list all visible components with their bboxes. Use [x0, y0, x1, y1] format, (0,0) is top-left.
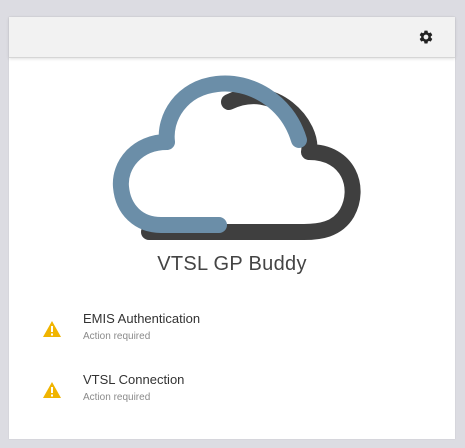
cloud-logo-icon [112, 75, 361, 240]
toolbar [9, 17, 455, 58]
status-item-title: VTSL Connection [83, 372, 185, 387]
status-item-title: EMIS Authentication [83, 311, 201, 326]
status-item-subtitle: Action required [83, 331, 151, 342]
status-item-vtsl[interactable]: VTSL Connection Action required [9, 368, 455, 414]
status-item-emis[interactable]: EMIS Authentication Action required [9, 307, 455, 353]
gear-icon[interactable] [418, 29, 434, 45]
warning-icon [43, 321, 61, 337]
warning-icon [43, 382, 61, 398]
cloud-blue-stroke [112, 75, 307, 233]
status-item-subtitle: Action required [83, 392, 151, 403]
app-title: VTSL GP Buddy [157, 253, 307, 275]
app-panel: VTSL GP Buddy EMIS Authentication Action… [9, 17, 455, 439]
